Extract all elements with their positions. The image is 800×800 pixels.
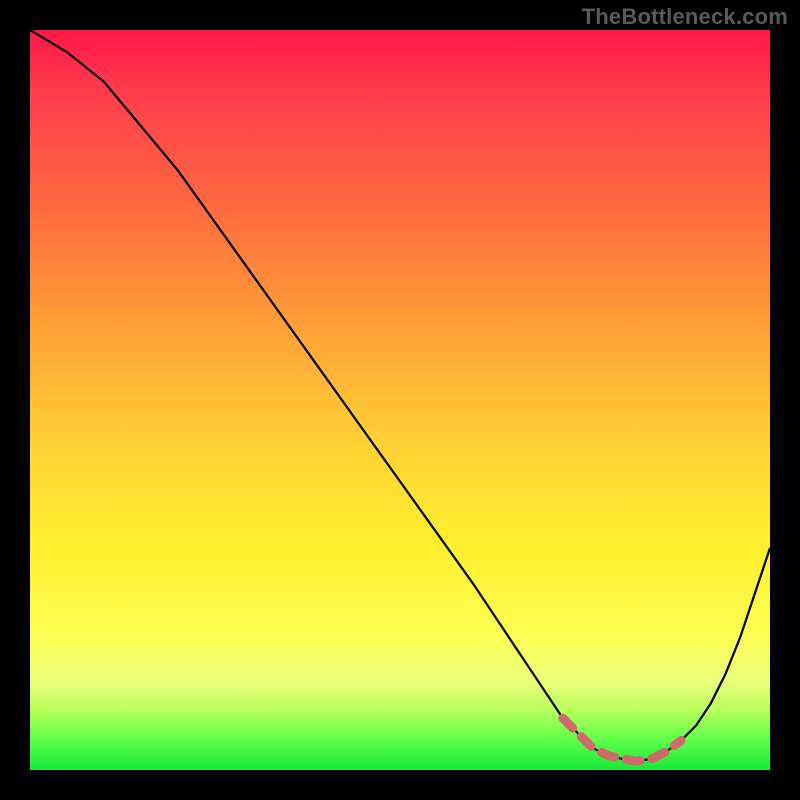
chart-container: TheBottleneck.com — [0, 0, 800, 800]
optimal-zone-markers — [563, 718, 681, 761]
plot-frame — [30, 30, 770, 770]
bottleneck-curve-svg — [30, 30, 770, 770]
plot-area — [30, 30, 770, 770]
bottleneck-curve — [30, 30, 770, 761]
watermark-text: TheBottleneck.com — [582, 4, 788, 30]
